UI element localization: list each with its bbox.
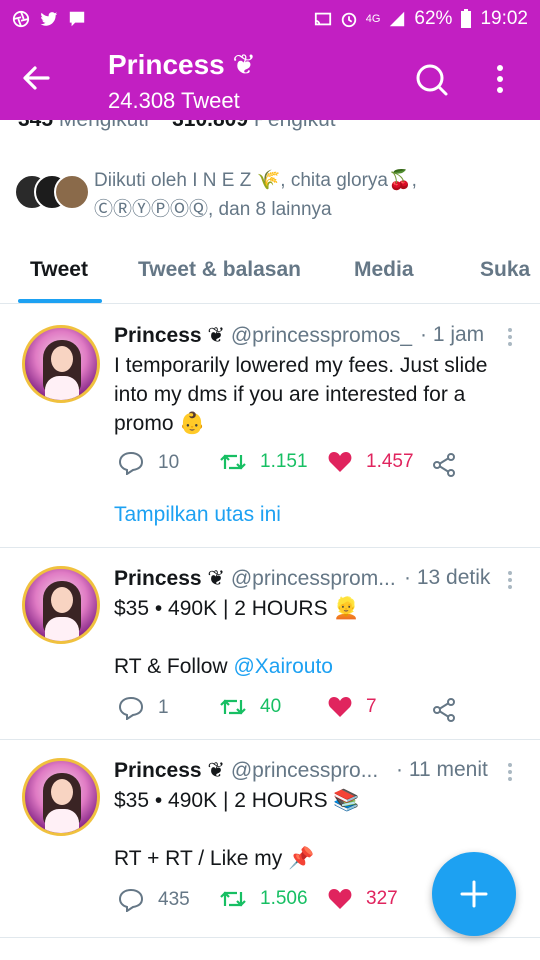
heart-icon: [328, 697, 352, 717]
retweet-count: 40: [260, 696, 282, 717]
reply-icon: [118, 451, 144, 475]
tweet[interactable]: Princess ❦ @princessprom... · 13 detik $…: [0, 548, 540, 740]
tweet-handle: @princessprom...: [230, 567, 396, 590]
show-thread-link[interactable]: Tampilkan utas ini: [114, 503, 281, 527]
followed-by-text: Diikuti oleh I N E Z 🌾, chita glorya🍒, Ⓒ…: [94, 170, 417, 220]
tweet-time: · 13 detik: [404, 566, 491, 589]
like-button[interactable]: 327: [328, 888, 398, 910]
status-bar: 4G 62% 19:02: [0, 0, 540, 38]
tweet-author-name: Princess ❦: [114, 324, 225, 347]
tweet-handle: @princesspromos_: [230, 324, 413, 347]
retweet-count: 1.151: [260, 451, 308, 472]
retweet-button[interactable]: 1.151: [220, 451, 308, 473]
twitter-bird-icon: [40, 12, 58, 26]
profile-tabs: Tweet Tweet & balasan Media Suka: [0, 246, 540, 304]
reply-button[interactable]: 10: [118, 451, 179, 475]
share-icon[interactable]: [432, 453, 456, 477]
tab-tweet[interactable]: Tweet: [30, 258, 88, 282]
page-title: Princess ❦: [108, 49, 256, 80]
active-tab-indicator: [18, 299, 102, 303]
more-vertical-icon[interactable]: [488, 60, 512, 98]
more-vertical-icon[interactable]: [506, 570, 514, 590]
reply-count: 10: [158, 452, 180, 473]
avatar[interactable]: [22, 325, 100, 403]
message-icon: [69, 11, 85, 27]
retweet-icon: [220, 454, 246, 470]
app-bar: Princess ❦ 24.308 Tweet: [0, 38, 540, 120]
cast-icon: [314, 12, 331, 26]
like-button[interactable]: 1.457: [328, 451, 414, 473]
heart-icon: [328, 452, 352, 472]
like-count: 1.457: [366, 451, 414, 472]
signal-icon: [390, 11, 405, 27]
compose-tweet-button[interactable]: [432, 852, 516, 936]
like-count: 327: [366, 888, 398, 909]
retweet-button[interactable]: 1.506: [220, 888, 308, 910]
like-button[interactable]: 7: [328, 696, 377, 718]
avatar[interactable]: [22, 758, 100, 836]
retweet-icon: [220, 891, 246, 907]
retweet-count: 1.506: [260, 888, 308, 909]
reply-icon: [118, 696, 144, 720]
more-vertical-icon[interactable]: [506, 762, 514, 782]
back-arrow-icon[interactable]: [18, 60, 54, 96]
aperture-icon: [12, 10, 30, 28]
more-vertical-icon[interactable]: [506, 327, 514, 347]
tweet-time: · 11 menit: [396, 758, 488, 781]
battery-icon: [461, 9, 472, 28]
clock: 19:02: [480, 8, 528, 29]
heart-icon: [328, 889, 352, 909]
tweet[interactable]: Princess ❦ @princesspromos_ · 1 jam I te…: [0, 305, 540, 548]
tweet-time: · 1 jam: [420, 323, 485, 346]
tab-media[interactable]: Media: [354, 258, 414, 282]
battery-percent: 62%: [414, 8, 453, 29]
plus-icon: [460, 880, 488, 908]
avatar[interactable]: [22, 566, 100, 644]
reply-button[interactable]: 1: [118, 696, 169, 720]
tweet-handle: @princesspro...: [230, 759, 379, 782]
network-type: 4G: [365, 12, 381, 25]
tweet-actions: 1 40 7: [114, 696, 534, 726]
tweet-text: $35 • 490K | 2 HOURS 👱 RT & Follow @Xair…: [114, 597, 360, 678]
tweet-text: I temporarily lowered my fees. Just slid…: [114, 354, 488, 435]
follower-avatars: [14, 174, 94, 214]
reply-count: 1: [158, 697, 169, 718]
retweet-icon: [220, 699, 246, 715]
tab-tweet-replies[interactable]: Tweet & balasan: [138, 258, 301, 282]
tweet-header: Princess ❦ @princessprom...: [114, 566, 396, 591]
tweet-header: Princess ❦ @princesspro...: [114, 758, 378, 783]
tweet-author-name: Princess ❦: [114, 759, 225, 782]
like-count: 7: [366, 696, 377, 717]
search-icon[interactable]: [412, 60, 450, 98]
followed-by[interactable]: Diikuti oleh I N E Z 🌾, chita glorya🍒, Ⓒ…: [14, 166, 534, 226]
tweet-actions: 10 1.151 1.457: [114, 451, 534, 481]
avatar: [54, 174, 90, 210]
mention-link[interactable]: @Xairouto: [233, 655, 333, 678]
tweet-author-name: Princess ❦: [114, 567, 225, 590]
share-icon[interactable]: [432, 698, 456, 722]
tab-likes[interactable]: Suka: [480, 258, 530, 282]
reply-button[interactable]: 435: [118, 888, 190, 912]
reply-icon: [118, 888, 144, 912]
tweet-count: 24.308 Tweet: [108, 88, 240, 113]
alarm-icon: [341, 12, 356, 28]
retweet-button[interactable]: 40: [220, 696, 281, 718]
reply-count: 435: [158, 889, 190, 910]
tweet-header: Princess ❦ @princesspromos_: [114, 323, 412, 348]
